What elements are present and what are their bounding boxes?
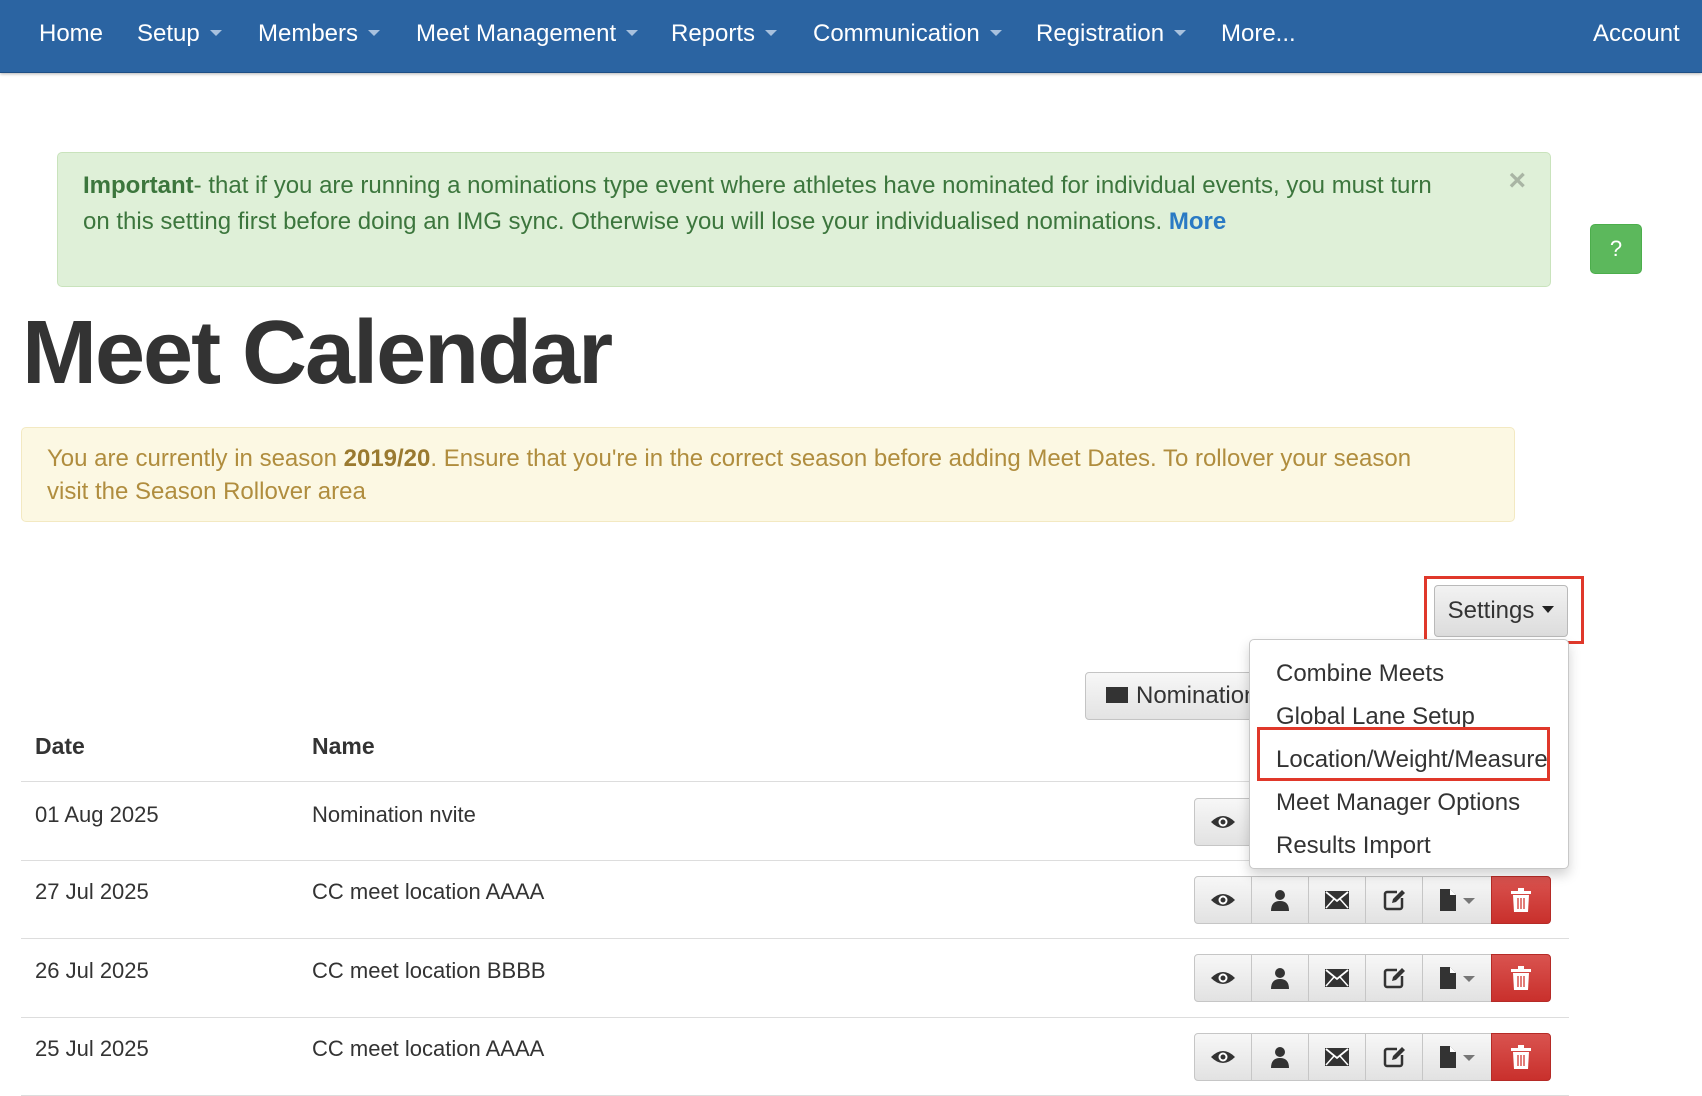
nav-account-label: Account bbox=[1593, 20, 1680, 47]
row-date: 26 Jul 2025 bbox=[35, 958, 149, 983]
important-alert: Important- that if you are running a nom… bbox=[57, 152, 1551, 287]
caret-down-icon bbox=[989, 29, 1002, 36]
close-icon[interactable]: × bbox=[1508, 163, 1526, 199]
edit-icon bbox=[1383, 968, 1405, 989]
alert-text: - that if you are running a nominations … bbox=[83, 172, 1432, 235]
menu-item-results-import[interactable]: Results Import bbox=[1250, 824, 1568, 867]
athletes-button[interactable] bbox=[1251, 954, 1309, 1002]
email-button[interactable] bbox=[1308, 954, 1366, 1002]
athletes-button[interactable] bbox=[1251, 1033, 1309, 1081]
view-button[interactable] bbox=[1194, 954, 1252, 1002]
document-dropdown-button[interactable] bbox=[1422, 876, 1492, 924]
row-date: 27 Jul 2025 bbox=[35, 879, 149, 904]
eye-icon bbox=[1211, 816, 1235, 828]
caret-down-icon bbox=[368, 29, 381, 36]
settings-label: Settings bbox=[1447, 597, 1535, 624]
column-header-date: Date bbox=[35, 733, 85, 759]
trash-icon bbox=[1511, 966, 1531, 990]
nav-reports-label: Reports bbox=[671, 20, 756, 47]
column-header-name: Name bbox=[312, 733, 375, 759]
season-value: 2019/20 bbox=[343, 445, 431, 472]
warning-text-before: You are currently in season bbox=[47, 445, 344, 472]
row-divider bbox=[21, 938, 1569, 939]
menu-item-meet-manager-options[interactable]: Meet Manager Options bbox=[1250, 781, 1568, 824]
nav-communication[interactable]: Communication bbox=[813, 0, 1002, 68]
alert-more-link[interactable]: More bbox=[1169, 208, 1226, 235]
delete-button[interactable] bbox=[1491, 1033, 1551, 1081]
page-title: Meet Calendar bbox=[22, 303, 613, 403]
envelope-icon bbox=[1325, 1048, 1349, 1066]
row-actions bbox=[1194, 876, 1556, 924]
document-icon bbox=[1440, 889, 1475, 911]
envelope-icon bbox=[1106, 686, 1128, 703]
row-actions bbox=[1194, 1033, 1556, 1081]
delete-button[interactable] bbox=[1491, 876, 1551, 924]
nav-reports[interactable]: Reports bbox=[671, 0, 778, 68]
nav-home[interactable]: Home bbox=[39, 0, 103, 68]
document-dropdown-button[interactable] bbox=[1422, 954, 1492, 1002]
top-navbar: Home Setup Members Meet Management Repor… bbox=[0, 0, 1702, 73]
caret-down-icon bbox=[626, 29, 639, 36]
season-warning-alert: You are currently in season 2019/20. Ens… bbox=[21, 427, 1515, 522]
menu-item-combine-meets[interactable]: Combine Meets bbox=[1250, 652, 1568, 695]
eye-icon bbox=[1211, 1051, 1235, 1063]
edit-button[interactable] bbox=[1365, 1033, 1423, 1081]
menu-item-global-lane-setup[interactable]: Global Lane Setup bbox=[1250, 695, 1568, 738]
envelope-icon bbox=[1325, 969, 1349, 987]
menu-item-location-weight-measure[interactable]: Location/Weight/Measure bbox=[1250, 738, 1568, 781]
edit-button[interactable] bbox=[1365, 954, 1423, 1002]
view-button[interactable] bbox=[1194, 798, 1252, 846]
nav-members-label: Members bbox=[258, 20, 359, 47]
caret-down-icon bbox=[1542, 606, 1555, 614]
edit-button[interactable] bbox=[1365, 876, 1423, 924]
delete-button[interactable] bbox=[1491, 954, 1551, 1002]
row-name: CC meet location BBBB bbox=[312, 958, 546, 983]
athletes-button[interactable] bbox=[1251, 876, 1309, 924]
view-button[interactable] bbox=[1194, 1033, 1252, 1081]
nav-members[interactable]: Members bbox=[258, 0, 381, 68]
nav-home-label: Home bbox=[39, 20, 104, 47]
view-button[interactable] bbox=[1194, 876, 1252, 924]
eye-icon bbox=[1211, 972, 1235, 984]
help-button[interactable]: ? bbox=[1590, 224, 1642, 274]
user-icon bbox=[1271, 890, 1289, 911]
nav-setup[interactable]: Setup bbox=[137, 0, 222, 68]
nav-setup-label: Setup bbox=[137, 20, 200, 47]
settings-button[interactable]: Settings bbox=[1434, 585, 1568, 637]
nav-registration-label: Registration bbox=[1036, 20, 1165, 47]
row-name: Nomination nvite bbox=[312, 802, 476, 827]
document-dropdown-button[interactable] bbox=[1422, 1033, 1492, 1081]
nav-communication-label: Communication bbox=[813, 20, 980, 47]
caret-down-icon bbox=[209, 29, 222, 36]
row-name: CC meet location AAAA bbox=[312, 1036, 545, 1061]
document-icon bbox=[1440, 1046, 1475, 1068]
row-date: 25 Jul 2025 bbox=[35, 1036, 149, 1061]
caret-down-icon bbox=[1174, 29, 1187, 36]
trash-icon bbox=[1511, 888, 1531, 912]
trash-icon bbox=[1511, 1045, 1531, 1069]
envelope-icon bbox=[1325, 891, 1349, 909]
nav-registration[interactable]: Registration bbox=[1036, 0, 1187, 68]
row-date: 01 Aug 2025 bbox=[35, 802, 159, 827]
nav-meet-management-label: Meet Management bbox=[416, 20, 617, 47]
nav-meet-management[interactable]: Meet Management bbox=[416, 0, 639, 68]
user-icon bbox=[1271, 968, 1289, 989]
eye-icon bbox=[1211, 894, 1235, 906]
row-divider bbox=[21, 1017, 1569, 1018]
row-name: CC meet location AAAA bbox=[312, 879, 545, 904]
nav-account[interactable]: Account bbox=[1593, 0, 1680, 68]
alert-strong-label: Important bbox=[83, 172, 194, 199]
email-button[interactable] bbox=[1308, 1033, 1366, 1081]
edit-icon bbox=[1383, 1047, 1405, 1068]
row-actions bbox=[1194, 954, 1556, 1002]
nav-more-label: More... bbox=[1221, 20, 1296, 47]
email-button[interactable] bbox=[1308, 876, 1366, 924]
document-icon bbox=[1440, 967, 1475, 989]
user-icon bbox=[1271, 1047, 1289, 1068]
settings-dropdown-menu: Combine Meets Global Lane Setup Location… bbox=[1249, 639, 1569, 869]
caret-down-icon bbox=[765, 29, 778, 36]
edit-icon bbox=[1383, 890, 1405, 911]
nav-more[interactable]: More... bbox=[1221, 0, 1296, 68]
